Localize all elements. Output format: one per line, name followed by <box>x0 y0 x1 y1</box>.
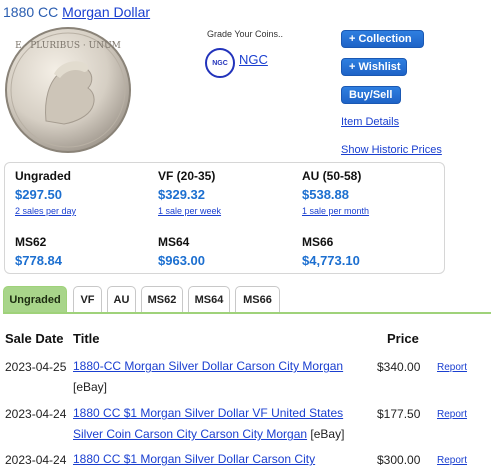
price-cell-ms66: MS66 $4,773.10 <box>302 235 442 268</box>
grade-price: $329.32 <box>158 187 205 202</box>
sales-rate-link[interactable]: 2 sales per day <box>15 206 155 216</box>
sale-title-link[interactable]: 1880 CC $1 Morgan Silver Dollar Carson C… <box>73 452 315 466</box>
grade-price: $963.00 <box>158 253 205 268</box>
sale-price: $177.50 <box>377 407 421 421</box>
grade-label: VF (20-35) <box>158 169 216 183</box>
sales-rate-link[interactable]: 1 sale per week <box>158 206 298 216</box>
report-link[interactable]: Report <box>437 409 467 420</box>
report-link[interactable]: Report <box>437 455 467 466</box>
grade-price: $538.88 <box>302 187 349 202</box>
grade-tabs: Ungraded VF AU MS62 MS64 MS66 <box>3 286 491 314</box>
grade-label: MS66 <box>302 235 334 249</box>
tab-au[interactable]: AU <box>107 286 136 313</box>
tab-ms66[interactable]: MS66 <box>235 286 280 313</box>
price-cell-ms62: MS62 $778.84 <box>15 235 155 268</box>
historic-prices-link[interactable]: Show Historic Prices <box>341 144 442 156</box>
sale-title-cell: 1880 CC $1 Morgan Silver Dollar VF Unite… <box>73 403 355 445</box>
coin-name-link[interactable]: Morgan Dollar <box>62 4 150 20</box>
price-cell-vf: VF (20-35) $329.32 1 sale per week <box>158 169 298 216</box>
grade-price: $778.84 <box>15 253 62 268</box>
ngc-logo-icon[interactable]: NGC <box>205 48 235 78</box>
grade-label: Ungraded <box>15 169 72 183</box>
column-header-date: Sale Date <box>5 331 64 346</box>
grade-price: $4,773.10 <box>302 253 360 268</box>
grade-your-coins-label: Grade Your Coins.. <box>207 29 284 39</box>
buy-sell-button[interactable]: Buy/Sell <box>341 86 401 104</box>
tab-ms62[interactable]: MS62 <box>141 286 183 313</box>
sale-price: $300.00 <box>377 453 421 467</box>
tab-ms64[interactable]: MS64 <box>188 286 230 313</box>
grade-price: $297.50 <box>15 187 62 202</box>
coin-image: E · PLURIBUS · UNUM <box>5 27 131 153</box>
coin-year: 1880 CC <box>3 4 59 20</box>
column-header-price: Price <box>387 331 419 346</box>
sale-price: $340.00 <box>377 360 421 374</box>
tab-vf[interactable]: VF <box>73 286 102 313</box>
grade-label: MS62 <box>15 235 47 249</box>
sales-rate-link[interactable]: 1 sale per month <box>302 206 442 216</box>
sale-date: 2023-04-25 <box>5 360 67 374</box>
sale-title-link[interactable]: 1880 CC $1 Morgan Silver Dollar VF Unite… <box>73 406 343 441</box>
svg-text:E · PLURIBUS · UNUM: E · PLURIBUS · UNUM <box>15 41 121 51</box>
add-to-collection-button[interactable]: + Collection <box>341 30 424 48</box>
grade-label: AU (50-58) <box>302 169 362 183</box>
price-summary-box: Ungraded $297.50 2 sales per day VF (20-… <box>4 162 445 274</box>
sale-source: [eBay] <box>310 427 345 441</box>
price-cell-ungraded: Ungraded $297.50 2 sales per day <box>15 169 155 216</box>
tab-ungraded[interactable]: Ungraded <box>3 286 67 313</box>
sale-source: [eBay] <box>73 380 108 394</box>
ngc-link[interactable]: NGC <box>239 52 268 67</box>
sale-title-link[interactable]: 1880-CC Morgan Silver Dollar Carson City… <box>73 359 343 373</box>
sale-title-cell: 1880 CC $1 Morgan Silver Dollar Carson C… <box>73 449 355 470</box>
price-cell-ms64: MS64 $963.00 <box>158 235 298 268</box>
sale-date: 2023-04-24 <box>5 407 67 421</box>
sale-date: 2023-04-24 <box>5 453 67 467</box>
grade-label: MS64 <box>158 235 190 249</box>
price-cell-au: AU (50-58) $538.88 1 sale per month <box>302 169 442 216</box>
report-link[interactable]: Report <box>437 362 467 373</box>
add-to-wishlist-button[interactable]: + Wishlist <box>341 58 407 76</box>
page-title: 1880 CC Morgan Dollar <box>3 4 150 20</box>
item-details-link[interactable]: Item Details <box>341 116 399 128</box>
tabs-divider <box>3 312 491 314</box>
column-header-title: Title <box>73 331 100 346</box>
sale-title-cell: 1880-CC Morgan Silver Dollar Carson City… <box>73 356 355 398</box>
